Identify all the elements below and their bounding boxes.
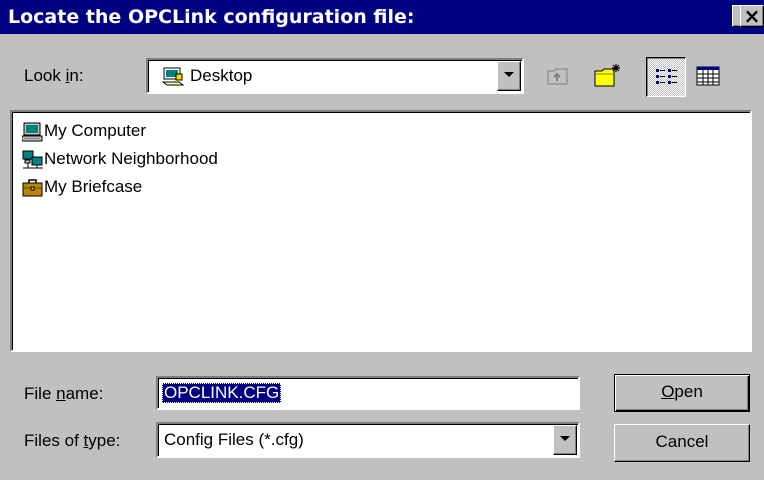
close-button[interactable]: × [740,5,764,27]
file-name-input[interactable]: OPCLINK.CFG [156,376,580,410]
list-view-button[interactable] [646,57,686,97]
up-one-level-button[interactable] [538,57,578,97]
close-icon: × [743,4,761,28]
look-in-value: Desktop [190,66,253,85]
file-type-combobox[interactable]: Config Files (*.cfg) [156,422,580,458]
open-button[interactable]: Open [614,374,750,412]
look-in-label: Look in: [24,66,84,85]
look-in-combobox[interactable]: Desktop [146,58,524,94]
network-icon [22,150,44,170]
file-type-dropdown-button[interactable] [553,425,577,455]
desktop-icon [161,66,185,86]
open-file-dialog: Locate the OPCLink configuration file: ?… [0,0,764,480]
file-type-label: Files of type: [24,431,121,450]
new-folder-button[interactable] [588,56,628,96]
briefcase-icon [22,178,44,198]
file-name-label: File name: [24,384,104,403]
details-view-icon [696,66,720,91]
cancel-button[interactable]: Cancel [614,424,750,462]
file-name-value: OPCLINK.CFG [162,383,282,403]
dialog-title: Locate the OPCLink configuration file: [8,6,415,28]
details-view-button[interactable] [688,57,728,97]
file-type-value: Config Files (*.cfg) [164,430,304,449]
new-folder-icon [594,62,622,93]
up-one-level-icon [547,66,569,91]
title-bar[interactable]: Locate the OPCLink configuration file: ? [0,0,764,34]
list-view-icon [655,67,679,92]
look-in-dropdown-button[interactable] [497,61,521,91]
computer-icon [21,122,44,142]
file-list[interactable]: My Computer Network Neighborhood My Brie… [10,110,752,352]
